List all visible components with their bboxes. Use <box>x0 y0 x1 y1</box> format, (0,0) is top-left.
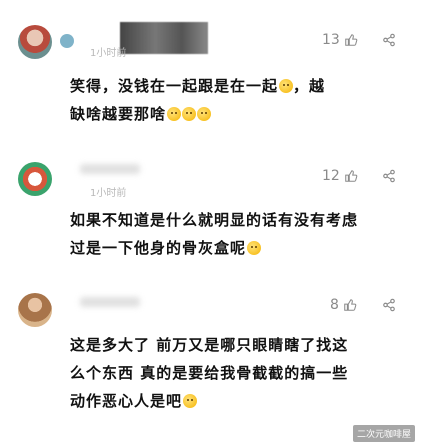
avatar[interactable] <box>18 162 52 196</box>
laugh-emoji-icon <box>246 241 261 255</box>
username-redacted <box>120 22 208 54</box>
like-button[interactable]: 13 <box>322 32 358 48</box>
comment-item: 1小时前 13 笑得，没钱在一起跟是在一起 ，越 缺啥越要那啥 <box>0 0 421 123</box>
thumb-up-icon <box>344 169 358 183</box>
laugh-emoji-icon <box>181 107 196 121</box>
like-button[interactable]: 8 <box>330 297 357 313</box>
user-badge <box>60 34 74 48</box>
share-icon[interactable] <box>382 169 396 183</box>
laugh-emoji-icon <box>278 79 293 93</box>
like-count: 12 <box>322 168 340 184</box>
watermark: 二次元咖啡屋 <box>352 425 415 442</box>
like-count: 8 <box>330 297 339 313</box>
username-redacted <box>80 164 140 174</box>
laugh-emoji-icon <box>166 107 181 121</box>
comment-item: 1小时前 12 如果不知道是什么就明显的话有没有考虑 过是一下他身的骨灰盒呢 <box>0 150 421 270</box>
comment-text: 笑得，没钱在一起跟是在一起 ，越 缺啥越要那啥 <box>70 77 326 123</box>
laugh-emoji-icon <box>182 394 197 408</box>
like-button[interactable]: 12 <box>322 168 358 184</box>
share-icon[interactable] <box>382 33 396 47</box>
share-icon[interactable] <box>382 298 396 312</box>
like-count: 13 <box>322 32 340 48</box>
comment-text: 如果不知道是什么就明显的话有没有考虑 过是一下他身的骨灰盒呢 <box>70 211 359 257</box>
avatar[interactable] <box>18 293 52 327</box>
thumb-up-icon <box>344 33 358 47</box>
comment-item: 8 这是多大了 前万又是哪只眼睛瞎了找这 么个东西 真的是要给我骨截截的搞一些 … <box>0 285 421 445</box>
thumb-up-icon <box>343 298 357 312</box>
laugh-emoji-icon <box>196 107 211 121</box>
comment-time: 1小时前 <box>90 188 127 199</box>
comment-time: 1小时前 <box>90 48 127 59</box>
username-redacted <box>80 297 140 307</box>
avatar[interactable] <box>18 25 52 59</box>
comment-feed: 1小时前 13 笑得，没钱在一起跟是在一起，越 缺啥越要那啥 1小时前 12 <box>0 0 421 446</box>
comment-text: 这是多大了 前万又是哪只眼睛瞎了找这 么个东西 真的是要给我骨截截的搞一些 动作… <box>70 336 349 410</box>
